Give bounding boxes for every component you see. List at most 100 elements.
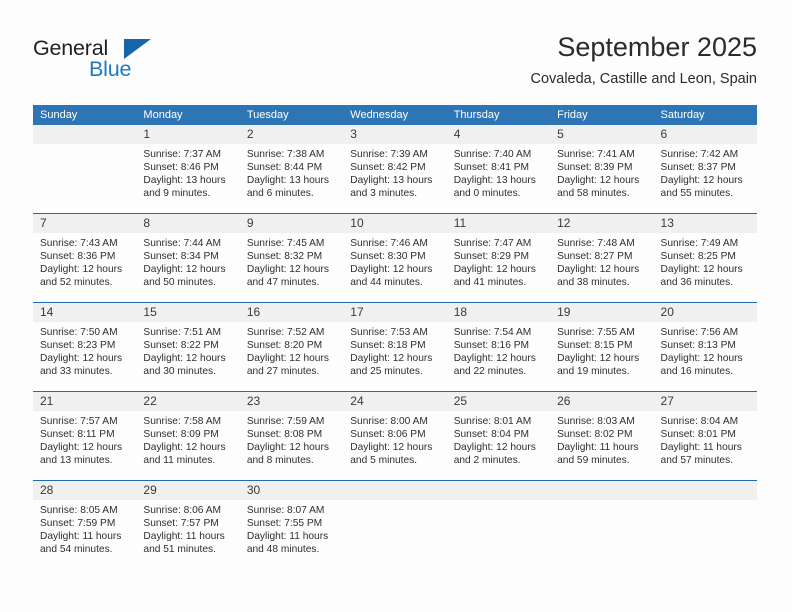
calendar-day-cell[interactable]: 10 Sunrise: 7:46 AM Sunset: 8:30 PM Dayligh… (343, 214, 447, 302)
calendar-day-cell[interactable]: 6 Sunrise: 7:42 AM Sunset: 8:37 PM Daylight… (653, 125, 757, 213)
calendar-day-cell[interactable]: 14 Sunrise: 7:50 AM Sunset: 8:23 PM Dayligh… (33, 303, 137, 391)
day-details: Sunrise: 7:58 AM Sunset: 8:09 PM Daylight:… (136, 411, 239, 467)
day-details: Sunrise: 7:55 AM Sunset: 8:15 PM Daylight:… (550, 322, 653, 378)
sunrise-time: Sunrise: 7:59 AM (246, 416, 325, 427)
sunrise-time: Sunrise: 7:45 AM (246, 238, 325, 249)
daylight-duration-line2: and 16 minutes. (660, 366, 734, 378)
day-number: 25 (446, 392, 551, 411)
day-details: Sunrise: 8:07 AM Sunset: 7:55 PM Daylight:… (240, 500, 343, 556)
sunset-time: Sunset: 8:04 PM (453, 429, 530, 441)
calendar-day-cell[interactable]: 15 Sunrise: 7:51 AM Sunset: 8:22 PM Dayligh… (136, 303, 240, 391)
sunrise-time: Sunrise: 8:07 AM (246, 505, 325, 516)
day-number: 2 (239, 125, 344, 144)
calendar-day-cell[interactable]: 11 Sunrise: 7:47 AM Sunset: 8:29 PM Dayligh… (446, 214, 551, 302)
calendar-page: General Blue September 2025 Covaleda, Ca… (0, 0, 792, 612)
title-block: September 2025 Covaleda, Castille and Le… (237, 30, 757, 90)
daylight-duration-line2: and 33 minutes. (40, 366, 113, 378)
daylight-duration-line1: Daylight: 12 hours (350, 264, 433, 276)
sunset-time: Sunset: 8:32 PM (246, 251, 323, 263)
calendar-day-cell[interactable]: 29 Sunrise: 8:06 AM Sunset: 7:57 PM Dayligh… (136, 481, 240, 569)
daylight-duration-line2: and 5 minutes. (350, 455, 418, 467)
calendar-grid: Sunday Monday Tuesday Wednesday Thursday… (33, 105, 757, 569)
day-number: 1 (136, 125, 240, 144)
calendar-day-cell[interactable]: 18 Sunrise: 7:54 AM Sunset: 8:16 PM Dayligh… (446, 303, 551, 391)
calendar-day-cell[interactable]: 17 Sunrise: 7:53 AM Sunset: 8:18 PM Dayligh… (343, 303, 447, 391)
calendar-day-cell[interactable]: 20 Sunrise: 7:56 AM Sunset: 8:13 PM Dayligh… (653, 303, 757, 391)
day-number (33, 125, 137, 144)
day-details: Sunrise: 7:49 AM Sunset: 8:25 PM Daylight:… (654, 233, 757, 289)
calendar-day-cell[interactable]: 4 Sunrise: 7:40 AM Sunset: 8:41 PM Daylight… (446, 125, 551, 213)
calendar-day-cell[interactable]: 24 Sunrise: 8:00 AM Sunset: 8:06 PM Dayligh… (343, 392, 447, 480)
day-details: Sunrise: 7:42 AM Sunset: 8:37 PM Daylight:… (654, 144, 757, 200)
day-details: Sunrise: 7:41 AM Sunset: 8:39 PM Daylight:… (550, 144, 653, 200)
calendar-day-cell[interactable]: 3 Sunrise: 7:39 AM Sunset: 8:42 PM Daylight… (343, 125, 447, 213)
daylight-duration-line2: and 52 minutes. (40, 277, 113, 289)
sunset-time: Sunset: 8:41 PM (453, 162, 530, 174)
calendar-day-cell[interactable]: 21 Sunrise: 7:57 AM Sunset: 8:11 PM Dayligh… (33, 392, 137, 480)
daylight-duration-line2: and 3 minutes. (350, 188, 418, 200)
daylight-duration-line1: Daylight: 12 hours (453, 264, 536, 276)
page-header: General Blue September 2025 Covaleda, Ca… (0, 0, 792, 104)
day-details: Sunrise: 8:00 AM Sunset: 8:06 PM Daylight:… (343, 411, 446, 467)
sunrise-time: Sunrise: 8:06 AM (143, 505, 222, 516)
calendar-day-cell-empty (550, 481, 654, 569)
sunset-time: Sunset: 7:55 PM (246, 518, 323, 530)
day-details: Sunrise: 8:01 AM Sunset: 8:04 PM Daylight:… (447, 411, 550, 467)
calendar-day-cell[interactable]: 27 Sunrise: 8:04 AM Sunset: 8:01 PM Dayligh… (653, 392, 757, 480)
day-number: 23 (239, 392, 344, 411)
day-details: Sunrise: 7:51 AM Sunset: 8:22 PM Daylight:… (136, 322, 239, 378)
sunset-time: Sunset: 8:08 PM (246, 429, 323, 441)
page-subtitle: Covaleda, Castille and Leon, Spain (530, 71, 757, 87)
calendar-day-cell[interactable]: 22 Sunrise: 7:58 AM Sunset: 8:09 PM Dayligh… (136, 392, 240, 480)
daylight-duration-line2: and 6 minutes. (246, 188, 314, 200)
general-blue-logo[interactable]: General Blue (33, 36, 203, 86)
calendar-day-cell[interactable]: 13 Sunrise: 7:49 AM Sunset: 8:25 PM Dayligh… (653, 214, 757, 302)
sunrise-time: Sunrise: 7:58 AM (143, 416, 222, 427)
day-details: Sunrise: 8:03 AM Sunset: 8:02 PM Daylight:… (550, 411, 653, 467)
day-number: 15 (136, 303, 240, 322)
calendar-day-cell[interactable]: 25 Sunrise: 8:01 AM Sunset: 8:04 PM Dayligh… (446, 392, 551, 480)
calendar-day-cell[interactable]: 30 Sunrise: 8:07 AM Sunset: 7:55 PM Dayligh… (239, 481, 344, 569)
calendar-day-cell[interactable]: 8 Sunrise: 7:44 AM Sunset: 8:34 PM Daylight… (136, 214, 240, 302)
sunrise-time: Sunrise: 7:55 AM (557, 327, 635, 338)
day-number: 10 (343, 214, 447, 233)
day-number: 30 (239, 481, 344, 500)
daylight-duration-line1: Daylight: 12 hours (246, 353, 329, 365)
day-number: 13 (653, 214, 757, 233)
day-number: 18 (446, 303, 551, 322)
daylight-duration-line2: and 41 minutes. (453, 277, 527, 289)
day-number: 29 (136, 481, 240, 500)
sunrise-time: Sunrise: 7:38 AM (246, 149, 325, 160)
day-details: Sunrise: 7:43 AM Sunset: 8:36 PM Daylight:… (33, 233, 136, 289)
day-number: 20 (653, 303, 757, 322)
daylight-duration-line2: and 27 minutes. (246, 366, 320, 378)
calendar-day-cell[interactable]: 5 Sunrise: 7:41 AM Sunset: 8:39 PM Daylight… (550, 125, 654, 213)
calendar-day-cell[interactable]: 1 Sunrise: 7:37 AM Sunset: 8:46 PM Daylight… (136, 125, 240, 213)
calendar-day-cell[interactable]: 19 Sunrise: 7:55 AM Sunset: 8:15 PM Dayligh… (550, 303, 654, 391)
calendar-day-cell-empty (446, 481, 551, 569)
sunrise-time: Sunrise: 7:51 AM (143, 327, 222, 338)
calendar-day-cell[interactable]: 28 Sunrise: 8:05 AM Sunset: 7:59 PM Dayligh… (33, 481, 137, 569)
calendar-day-cell[interactable]: 12 Sunrise: 7:48 AM Sunset: 8:27 PM Dayligh… (550, 214, 654, 302)
daylight-duration-line1: Daylight: 12 hours (453, 353, 536, 365)
daylight-duration-line2: and 13 minutes. (40, 455, 113, 467)
daylight-duration-line2: and 22 minutes. (453, 366, 527, 378)
weekday-header-wednesday: Wednesday (350, 109, 409, 121)
sunset-time: Sunset: 7:57 PM (143, 518, 219, 530)
calendar-day-cell-empty (343, 481, 447, 569)
calendar-day-cell[interactable]: 16 Sunrise: 7:52 AM Sunset: 8:20 PM Dayligh… (239, 303, 344, 391)
calendar-day-cell[interactable]: 23 Sunrise: 7:59 AM Sunset: 8:08 PM Dayligh… (239, 392, 344, 480)
weekday-header-saturday: Saturday (660, 109, 705, 121)
sunset-time: Sunset: 8:18 PM (350, 340, 426, 352)
sunrise-time: Sunrise: 7:56 AM (660, 327, 739, 338)
calendar-day-cell[interactable]: 7 Sunrise: 7:43 AM Sunset: 8:36 PM Daylight… (33, 214, 137, 302)
calendar-day-cell[interactable]: 2 Sunrise: 7:38 AM Sunset: 8:44 PM Daylight… (239, 125, 344, 213)
day-number: 5 (550, 125, 654, 144)
daylight-duration-line1: Daylight: 12 hours (660, 264, 743, 276)
calendar-day-cell[interactable]: 9 Sunrise: 7:45 AM Sunset: 8:32 PM Daylight… (239, 214, 344, 302)
day-number: 12 (550, 214, 654, 233)
sunset-time: Sunset: 8:25 PM (660, 251, 736, 263)
calendar-day-cell[interactable]: 26 Sunrise: 8:03 AM Sunset: 8:02 PM Dayligh… (550, 392, 654, 480)
day-details: Sunrise: 7:53 AM Sunset: 8:18 PM Daylight:… (343, 322, 446, 378)
day-details: Sunrise: 8:05 AM Sunset: 7:59 PM Daylight:… (33, 500, 136, 556)
